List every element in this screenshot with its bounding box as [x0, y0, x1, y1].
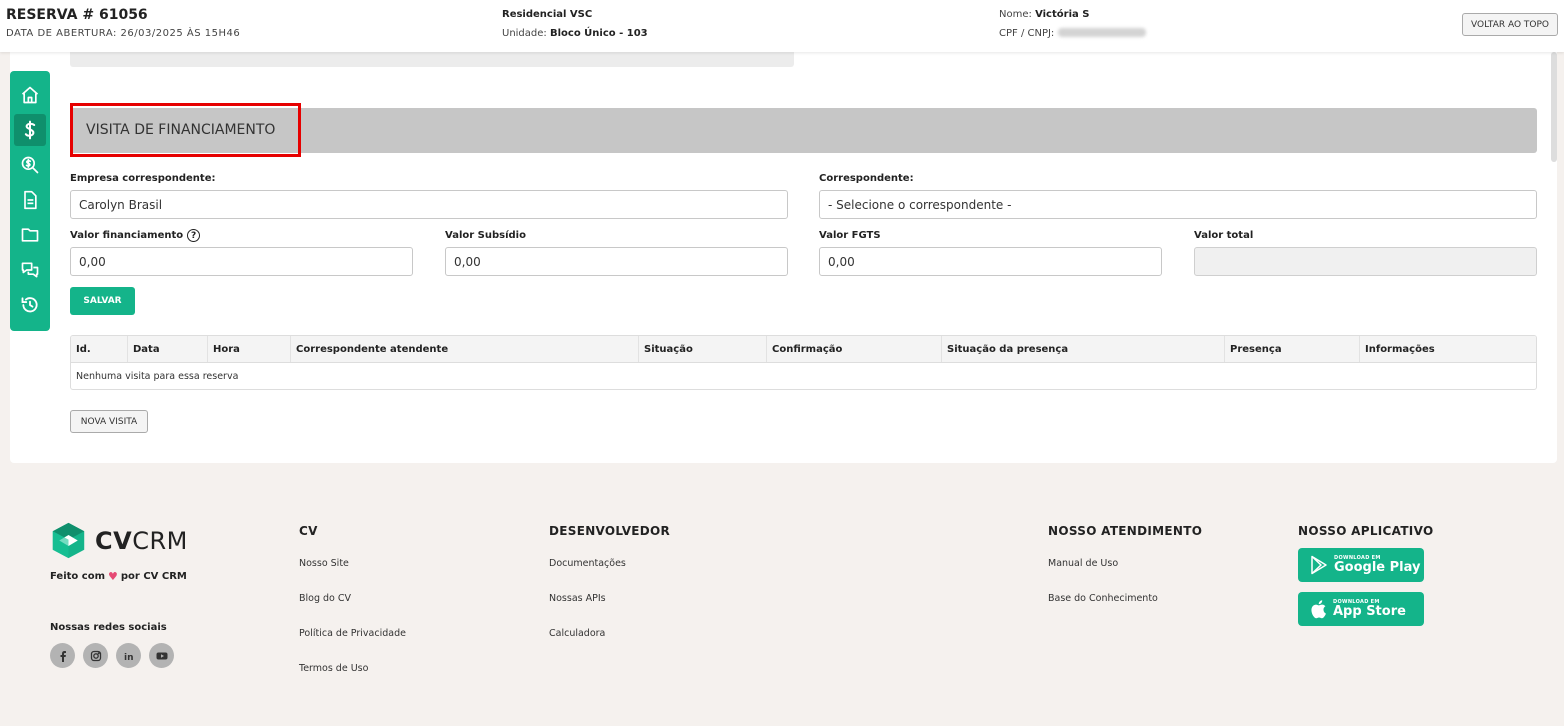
side-nav-documents[interactable] [14, 184, 46, 216]
fgts-value-label: Valor FGTS [819, 230, 881, 241]
history-icon [21, 297, 38, 313]
subsidy-value-input[interactable] [445, 247, 788, 276]
table-empty-row: Nenhuma visita para essa reserva [76, 370, 239, 382]
home-icon [21, 86, 39, 104]
side-nav-folder[interactable] [14, 219, 46, 251]
svg-text:in: in [124, 653, 134, 662]
table-header: Id. Data Hora Correspondente atendente S… [71, 336, 1536, 363]
new-visit-button[interactable]: NOVA VISITA [70, 410, 148, 433]
save-button[interactable]: SALVAR [70, 287, 135, 315]
cpf-label: CPF / CNPJ: [999, 28, 1055, 39]
footer-link-knowledge-base[interactable]: Base do Conhecimento [1048, 593, 1158, 604]
total-value-label: Valor total [1194, 230, 1254, 241]
social-title: Nossas redes sociais [50, 622, 167, 633]
footer-link-docs[interactable]: Documentações [549, 558, 626, 569]
column-header-correspondent: Correspondente atendente [291, 336, 639, 362]
development-name: Residencial VSC [502, 9, 593, 20]
folder-icon [21, 228, 39, 242]
correspondent-select[interactable]: - Selecione o correspondente - [819, 190, 1537, 219]
financing-value-input[interactable] [70, 247, 413, 276]
footer-link-calculator[interactable]: Calculadora [549, 628, 605, 639]
social-links: in [50, 643, 174, 668]
footer-link-manual[interactable]: Manual de Uso [1048, 558, 1118, 569]
column-header-date: Data [128, 336, 208, 362]
footer-app-title: NOSSO APLICATIVO [1298, 524, 1434, 538]
top-header: RESERVA # 61056 DATA DE ABERTURA: 26/03/… [0, 0, 1564, 52]
cpf-redacted [1058, 28, 1147, 37]
column-header-status: Situação [639, 336, 767, 362]
client-name-label: Nome: [999, 9, 1032, 20]
financing-value-label-text: Valor financiamento [70, 230, 184, 241]
footer-link-apis[interactable]: Nossas APIs [549, 593, 606, 604]
footer-link-blog[interactable]: Blog do CV [299, 593, 351, 604]
apple-icon [1311, 600, 1326, 619]
footer-link-site[interactable]: Nosso Site [299, 558, 349, 569]
scrollbar[interactable] [1551, 52, 1557, 162]
footer-link-terms[interactable]: Termos de Uso [299, 663, 368, 674]
company-label: Empresa correspondente: [70, 173, 216, 184]
client-name-value: Victória S [1035, 9, 1090, 20]
unit-value: Bloco Único - 103 [549, 28, 648, 39]
logo-text: CVCRM [95, 526, 188, 555]
side-nav-home[interactable] [14, 79, 46, 111]
footer-dev-title: DESENVOLVEDOR [549, 524, 671, 538]
footer-link-privacy[interactable]: Política de Privacidade [299, 628, 406, 639]
dollar-icon [24, 120, 36, 140]
youtube-icon[interactable] [149, 643, 174, 668]
cvcrm-logo-icon [52, 522, 85, 559]
google-play-button[interactable]: DOWNLOAD EM Google Play [1298, 548, 1424, 582]
reservation-title: RESERVA # 61056 [6, 7, 148, 23]
column-header-time: Hora [208, 336, 291, 362]
help-icon[interactable]: ? [187, 229, 201, 242]
correspondent-label: Correspondente: [819, 173, 914, 184]
linkedin-icon[interactable]: in [116, 643, 141, 668]
google-play-icon [1311, 555, 1327, 575]
client-cpf: CPF / CNPJ: [999, 28, 1147, 39]
footer-cv-title: CV [299, 524, 318, 538]
unit-label: Unidade: [502, 28, 547, 39]
search-dollar-icon [21, 156, 39, 174]
back-to-top-button[interactable]: VOLTAR AO TOPO [1462, 13, 1558, 36]
column-header-presence: Presença [1225, 336, 1360, 362]
side-nav-messages[interactable] [14, 254, 46, 286]
column-header-id: Id. [71, 336, 128, 362]
visits-table: Id. Data Hora Correspondente atendente S… [70, 335, 1537, 390]
previous-section-block [70, 52, 794, 67]
company-input[interactable] [70, 190, 788, 219]
footer-support-title: NOSSO ATENDIMENTO [1048, 524, 1203, 538]
client-name: Nome: Victória S [999, 9, 1089, 20]
app-store-text: DOWNLOAD EM App Store [1333, 598, 1406, 619]
column-header-confirmation: Confirmação [767, 336, 942, 362]
document-icon [24, 190, 37, 210]
column-header-info: Informações [1365, 343, 1435, 355]
side-nav-financial-search[interactable] [14, 149, 46, 181]
made-with-text: Feito com ♥ por CV CRM [50, 570, 187, 583]
total-value-input [1194, 247, 1537, 276]
side-nav [10, 71, 50, 331]
facebook-icon[interactable] [50, 643, 75, 668]
heart-icon: ♥ [108, 570, 118, 583]
side-nav-financial[interactable] [14, 114, 46, 146]
opening-date: DATA DE ABERTURA: 26/03/2025 ÀS 15H46 [6, 28, 241, 39]
app-store-button[interactable]: DOWNLOAD EM App Store [1298, 592, 1424, 626]
subsidy-value-label: Valor Subsídio [445, 230, 526, 241]
column-header-presence-status: Situação da presença [942, 336, 1225, 362]
side-nav-history[interactable] [14, 289, 46, 321]
correspondent-select-value: - Selecione o correspondente - [828, 197, 1012, 212]
chat-icon [21, 262, 39, 278]
fgts-value-input[interactable] [819, 247, 1162, 276]
google-play-text: DOWNLOAD EM Google Play [1334, 554, 1421, 575]
instagram-icon[interactable] [83, 643, 108, 668]
section-title: VISITA DE FINANCIAMENTO [70, 103, 301, 157]
unit-info: Unidade: Bloco Único - 103 [502, 28, 648, 39]
financing-value-label: Valor financiamento ? [70, 229, 201, 242]
cvcrm-logo[interactable]: CVCRM [50, 522, 188, 559]
